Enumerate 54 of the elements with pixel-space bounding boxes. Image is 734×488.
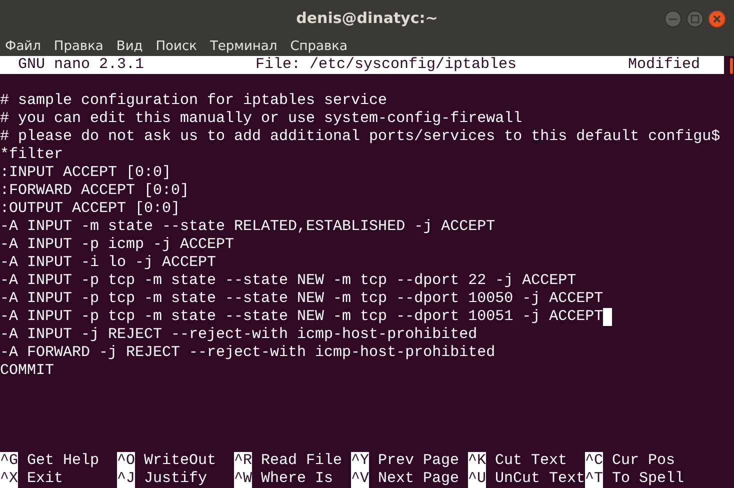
menu-item[interactable]: Файл xyxy=(5,38,47,54)
code-line: COMMIT xyxy=(0,362,54,380)
shortcut-label: Get Help xyxy=(27,452,100,470)
menu-item[interactable]: Вид xyxy=(116,38,149,54)
maximize-icon[interactable] xyxy=(686,10,704,28)
code-line: *filter xyxy=(0,146,64,164)
code-line: -A INPUT -p icmp -j ACCEPT xyxy=(0,236,234,254)
menu-item[interactable]: Справка xyxy=(290,38,354,54)
shortcut-label: Where Is xyxy=(261,470,334,488)
code-line: :INPUT ACCEPT [0:0] xyxy=(0,164,172,182)
shortcut-key: ^Y xyxy=(351,452,370,470)
shortcut-label: UnCut Text xyxy=(495,470,586,488)
menu-item[interactable]: Терминал xyxy=(210,38,284,54)
shortcut-label: Justify xyxy=(144,470,208,488)
shortcut-label: Exit xyxy=(27,470,64,488)
code-line: -A FORWARD -j REJECT --reject-with icmp-host-prohibited xyxy=(0,344,496,362)
scrollbar-thumb[interactable] xyxy=(730,58,733,74)
shortcut-key: ^J xyxy=(117,470,136,488)
shortcut-key: ^V xyxy=(351,470,370,488)
shortcut-label: WriteOut xyxy=(144,452,216,470)
code-line: -A INPUT -j REJECT --reject-with icmp-host-prohibited xyxy=(0,326,478,344)
shortcut-key: ^X xyxy=(0,470,18,488)
code-line: -A INPUT -i lo -j ACCEPT xyxy=(0,254,216,272)
code-line: # sample configuration for iptables service xyxy=(0,92,388,110)
code-line: -A INPUT -m state --state RELATED,ESTABLISHED -j ACCEPT xyxy=(0,218,496,236)
shortcut-label: Read File xyxy=(261,452,342,470)
shortcut-label: Next Page xyxy=(378,470,460,488)
shortcut-key: ^C xyxy=(585,452,604,470)
file-name: File: /etc/sysconfig/iptables xyxy=(255,56,517,74)
shortcut-label: To Spell xyxy=(612,470,684,488)
shortcut-key: ^R xyxy=(234,452,252,470)
code-line: # you can edit this manually or use system-config-firewall xyxy=(0,110,522,128)
code-line: :FORWARD ACCEPT [0:0] xyxy=(0,182,190,200)
minimize-icon[interactable] xyxy=(664,10,682,28)
menu-item[interactable]: Поиск xyxy=(156,38,203,54)
shortcut-key: ^K xyxy=(468,452,486,470)
menu-item[interactable]: Правка xyxy=(54,38,110,54)
code-line: -A INPUT -p tcp -m state --state NEW -m tcp --dport 22 -j ACCEPT xyxy=(0,272,576,290)
shortcut-key: ^U xyxy=(468,470,486,488)
shortcut-label: Prev Page xyxy=(378,452,460,470)
code-line: # please do not ask us to add additional ports/services to this default configu$ xyxy=(0,128,720,146)
modified-status: Modified xyxy=(628,56,700,74)
shortcut-key: ^G xyxy=(0,452,18,470)
code-line: :OUTPUT ACCEPT [0:0] xyxy=(0,200,180,218)
shortcut-key: ^O xyxy=(117,452,136,470)
code-line: -A INPUT -p tcp -m state --state NEW -m tcp --dport 10050 -j ACCEPT xyxy=(0,290,604,308)
close-icon[interactable] xyxy=(708,10,726,28)
shortcut-label: Cur Pos xyxy=(612,452,676,470)
code-line: -A INPUT -p tcp -m state --state NEW -m tcp --dport 10051 -j ACCEPT xyxy=(0,308,604,326)
shortcut-label: Cut Text xyxy=(495,452,568,470)
shortcut-key: ^W xyxy=(234,470,252,488)
shortcut-key: ^T xyxy=(585,470,604,488)
editor-version: GNU nano 2.3.1 xyxy=(18,56,144,74)
window-title: denis@dinatyc:~ xyxy=(296,9,438,28)
